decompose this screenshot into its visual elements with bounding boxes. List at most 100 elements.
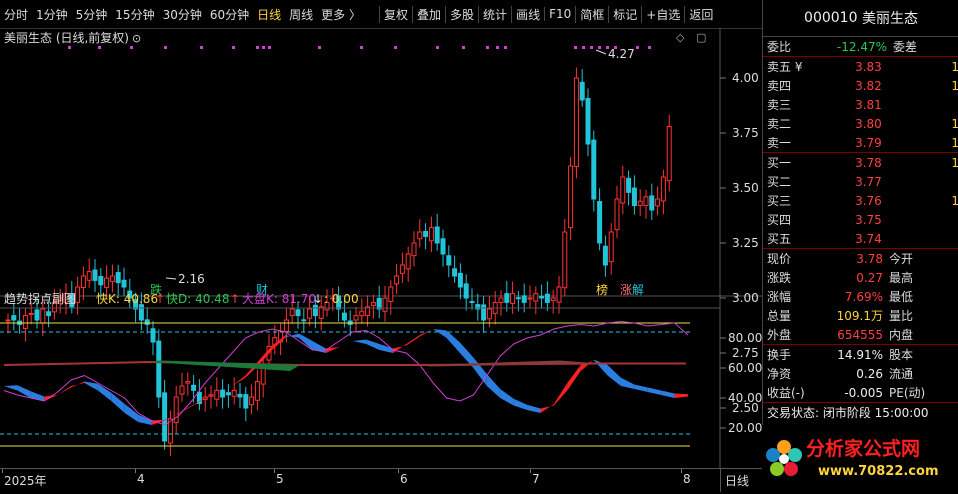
level-label: 买一 xyxy=(767,156,792,170)
candle-body xyxy=(544,293,550,303)
candle-body xyxy=(510,293,516,304)
stat-value: 3.78 xyxy=(856,251,883,266)
tool-button-2[interactable]: 多股 xyxy=(445,5,478,23)
stat-value: 0.26 xyxy=(856,366,883,381)
event-marker: 榜 xyxy=(596,282,608,297)
level-label: 买四 xyxy=(767,213,792,227)
candle-body xyxy=(591,139,597,200)
stat-label: 涨跌 xyxy=(767,271,792,285)
candle xyxy=(440,229,446,267)
ribbon-segment xyxy=(513,398,528,410)
ribbon-segment xyxy=(540,404,554,413)
candle xyxy=(417,219,423,248)
market-k-line xyxy=(3,320,689,426)
candle xyxy=(434,213,440,251)
tool-button-1[interactable]: 叠加 xyxy=(412,5,445,23)
trade-status: 交易状态: 闭市阶段 15:00:00 xyxy=(767,406,929,420)
signal-dot xyxy=(606,46,609,49)
candle-body xyxy=(486,308,492,320)
bid-row-4: 买五 3.74 xyxy=(763,229,958,248)
watermark-svg: 分析家公式网 www.70822.com xyxy=(766,437,939,479)
stat-row-2: 收益(-) -0.005 PE(动) xyxy=(763,383,958,402)
level-price: 3.82 xyxy=(855,78,882,93)
ask-row-4: 卖一 3.79 1 xyxy=(763,133,958,152)
signal-dot xyxy=(262,46,265,49)
tool-button-3[interactable]: 统计 xyxy=(478,5,511,23)
tool-button-7[interactable]: 标记 xyxy=(608,5,641,23)
price-tick-label: 4.00 xyxy=(732,71,759,85)
period-tab-7[interactable]: 周线 xyxy=(285,6,317,23)
stat-label: 涨幅 xyxy=(767,290,792,304)
candle xyxy=(579,69,585,107)
candle xyxy=(92,259,98,293)
low-label: 2.16 xyxy=(178,272,205,286)
candle-body xyxy=(434,226,440,244)
candle-body xyxy=(411,242,417,257)
candle-body xyxy=(666,125,672,182)
tool-button-8[interactable]: +自选 xyxy=(641,5,684,23)
period-tab-8[interactable]: 更多 〉 xyxy=(317,6,365,23)
candle xyxy=(510,281,516,314)
ribbon-segment xyxy=(433,329,447,338)
level-volume: 1 xyxy=(951,155,958,170)
level-price: 3.77 xyxy=(855,174,882,189)
x-tick xyxy=(2,469,3,473)
stat-value: 109.1万 xyxy=(836,309,883,323)
tool-button-9[interactable]: 返回 xyxy=(684,5,717,23)
stat-label-2: 最高 xyxy=(889,271,914,285)
level-volume: 1 xyxy=(951,135,958,150)
tool-button-0[interactable]: 复权 xyxy=(379,5,412,23)
tool-button-5[interactable]: F10 xyxy=(544,7,575,21)
period-tab-6[interactable]: 日线 xyxy=(253,6,285,23)
x-axis-label: 5 xyxy=(276,472,284,486)
ribbon-segment xyxy=(661,390,675,398)
period-tab-4[interactable]: 30分钟 xyxy=(159,6,206,23)
x-tick xyxy=(530,469,531,473)
period-tab-2[interactable]: 5分钟 xyxy=(72,6,112,23)
ask-list: 卖五 ¥ 3.83 1 卖四 3.82 1 卖三 3.81 卖二 3.80 1 卖一 3.79 1 xyxy=(763,57,958,152)
candle xyxy=(550,289,556,314)
ribbon-segment xyxy=(4,385,18,391)
candle xyxy=(533,286,539,315)
period-tab-3[interactable]: 15分钟 xyxy=(111,6,158,23)
candle-body xyxy=(34,309,40,321)
sub-tick-label: 60.00 xyxy=(728,361,762,375)
stat-row-0: 换手 14.91% 股本 xyxy=(763,345,958,364)
up-arrow-icon: ↑ xyxy=(155,292,165,306)
signal-dot xyxy=(582,46,585,49)
ribbon-segment xyxy=(553,383,568,406)
candle-body xyxy=(237,393,243,398)
candle-body xyxy=(631,187,637,207)
candle-body xyxy=(214,389,220,400)
candle-body xyxy=(98,276,104,286)
candle xyxy=(411,231,417,267)
chart-area[interactable]: 美丽生态 (日线,前复权) ⊙ ◇ ▢ 4.00 3.75 3.50 3.25 3.00 2.75… xyxy=(0,28,762,468)
candle-body xyxy=(481,304,487,321)
chart-svg[interactable]: 美丽生态 (日线,前复权) ⊙ ◇ ▢ 4.00 3.75 3.50 3.25 3.00 2.75… xyxy=(0,28,762,468)
period-tab-0[interactable]: 分时 xyxy=(0,6,32,23)
signal-dot xyxy=(462,46,465,49)
signal-dot xyxy=(614,46,617,49)
tool-button-6[interactable]: 简框 xyxy=(575,5,608,23)
x-axis: 2025年 4 5 6 7 8 xyxy=(0,468,720,492)
tool-button-4[interactable]: 画线 xyxy=(511,5,544,23)
candle-body xyxy=(562,231,568,289)
period-tab-5[interactable]: 60分钟 xyxy=(206,6,253,23)
candle-body xyxy=(249,396,255,406)
ribbon-segment xyxy=(84,381,98,391)
candle-body xyxy=(399,264,405,274)
signal-dot xyxy=(256,46,259,49)
ribbon-segment xyxy=(124,404,139,422)
signal-dot xyxy=(590,46,593,49)
price-tick-label: 2.75 xyxy=(732,346,759,360)
candle-body xyxy=(608,231,614,263)
bid-row-0: 买一 3.78 1 xyxy=(763,153,958,172)
x-tick xyxy=(274,469,275,473)
ask-row-0: 卖五 ¥ 3.83 1 xyxy=(763,57,958,76)
candle-body xyxy=(533,293,539,302)
period-tab-1[interactable]: 1分钟 xyxy=(32,6,72,23)
x-axis-label: 8 xyxy=(683,472,691,486)
ask-row-2: 卖三 3.81 xyxy=(763,95,958,114)
candle xyxy=(196,379,202,411)
stat-value: 0.27 xyxy=(856,270,883,285)
